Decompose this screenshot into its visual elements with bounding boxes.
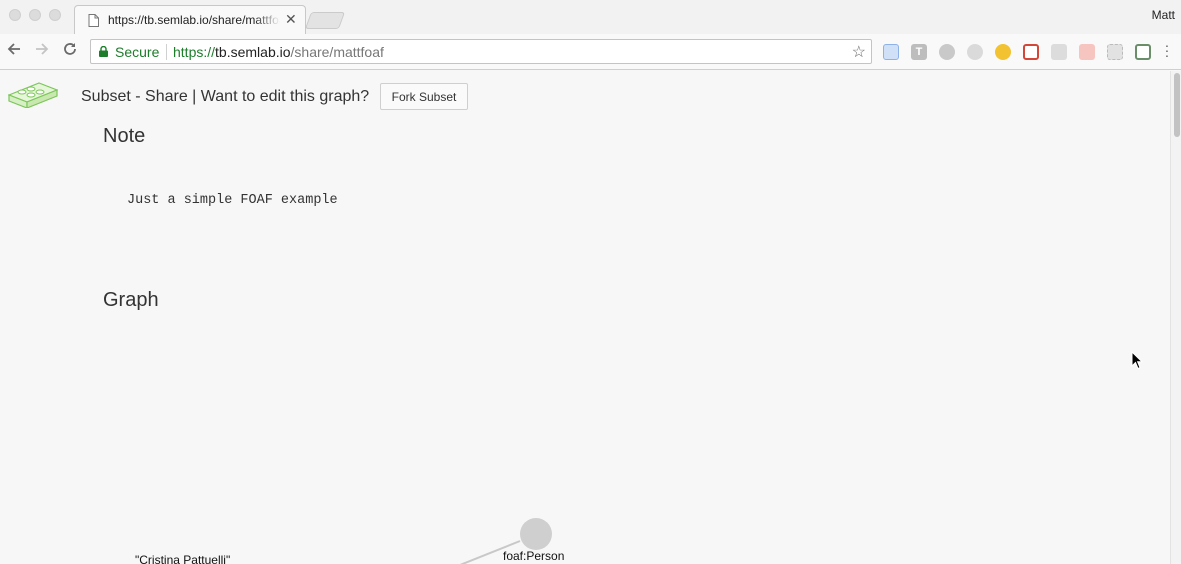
- bookmark-star-icon[interactable]: ☆: [852, 42, 866, 62]
- browser-tab[interactable]: https://tb.semlab.io/share/mattfoaf ✕: [74, 5, 306, 34]
- graph-heading: Graph: [103, 289, 159, 311]
- graph-node-label-person: foaf:Person: [503, 549, 565, 563]
- circle-extension-icon[interactable]: [939, 44, 955, 60]
- close-window-button[interactable]: [9, 9, 21, 21]
- scrollbar-thumb[interactable]: [1174, 73, 1180, 137]
- reload-icon[interactable]: [60, 41, 80, 61]
- page-icon: [88, 14, 99, 32]
- gmail-extension-icon[interactable]: [1023, 44, 1039, 60]
- minimize-window-button[interactable]: [29, 9, 41, 21]
- user-extension-icon[interactable]: [1135, 44, 1151, 60]
- profile-name[interactable]: Matt: [1152, 8, 1175, 22]
- back-icon[interactable]: [4, 41, 24, 61]
- text-extension-icon[interactable]: T: [911, 44, 927, 60]
- close-tab-icon[interactable]: ✕: [285, 11, 297, 27]
- note-text: Just a simple FOAF example: [127, 193, 338, 208]
- mouse-pointer-icon: [1131, 351, 1143, 370]
- url-text[interactable]: https://tb.semlab.io/share/mattfoaf: [173, 44, 384, 60]
- puzzle-extension-icon[interactable]: [1051, 44, 1067, 60]
- graph-node-label-literal: "Cristina Pattuelli": [135, 553, 231, 564]
- page-header-title: Subset - Share | Want to edit this graph…: [81, 88, 370, 105]
- lock-icon: [99, 46, 108, 57]
- tab-title: https://tb.semlab.io/share/mattfoaf: [108, 13, 280, 27]
- tab-strip: https://tb.semlab.io/share/mattfoaf ✕ Ma…: [0, 0, 1181, 34]
- forward-icon[interactable]: [32, 41, 52, 61]
- arrow-extension-icon[interactable]: [1079, 44, 1095, 60]
- grid-extension-icon[interactable]: [1107, 44, 1123, 60]
- page-scrollbar[interactable]: [1170, 71, 1181, 564]
- browser-toolbar: Secure https://tb.semlab.io/share/mattfo…: [0, 34, 1181, 70]
- new-tab-button[interactable]: [304, 12, 346, 29]
- sync-extension-icon[interactable]: [967, 44, 983, 60]
- maximize-window-button[interactable]: [49, 9, 61, 21]
- graph-node-person[interactable]: [520, 518, 552, 550]
- star-badge-extension-icon[interactable]: [995, 44, 1011, 60]
- docs-extension-icon[interactable]: [883, 44, 899, 60]
- divider: [166, 44, 167, 60]
- fork-subset-button[interactable]: Fork Subset: [380, 83, 468, 110]
- page-content: Subset - Share | Want to edit this graph…: [0, 71, 1170, 564]
- secure-label: Secure: [115, 44, 160, 60]
- menu-kebab-icon[interactable]: · · ·: [1162, 38, 1172, 62]
- lego-brick-logo-icon: [8, 82, 58, 108]
- address-bar[interactable]: Secure https://tb.semlab.io/share/mattfo…: [90, 39, 872, 64]
- note-heading: Note: [103, 125, 146, 147]
